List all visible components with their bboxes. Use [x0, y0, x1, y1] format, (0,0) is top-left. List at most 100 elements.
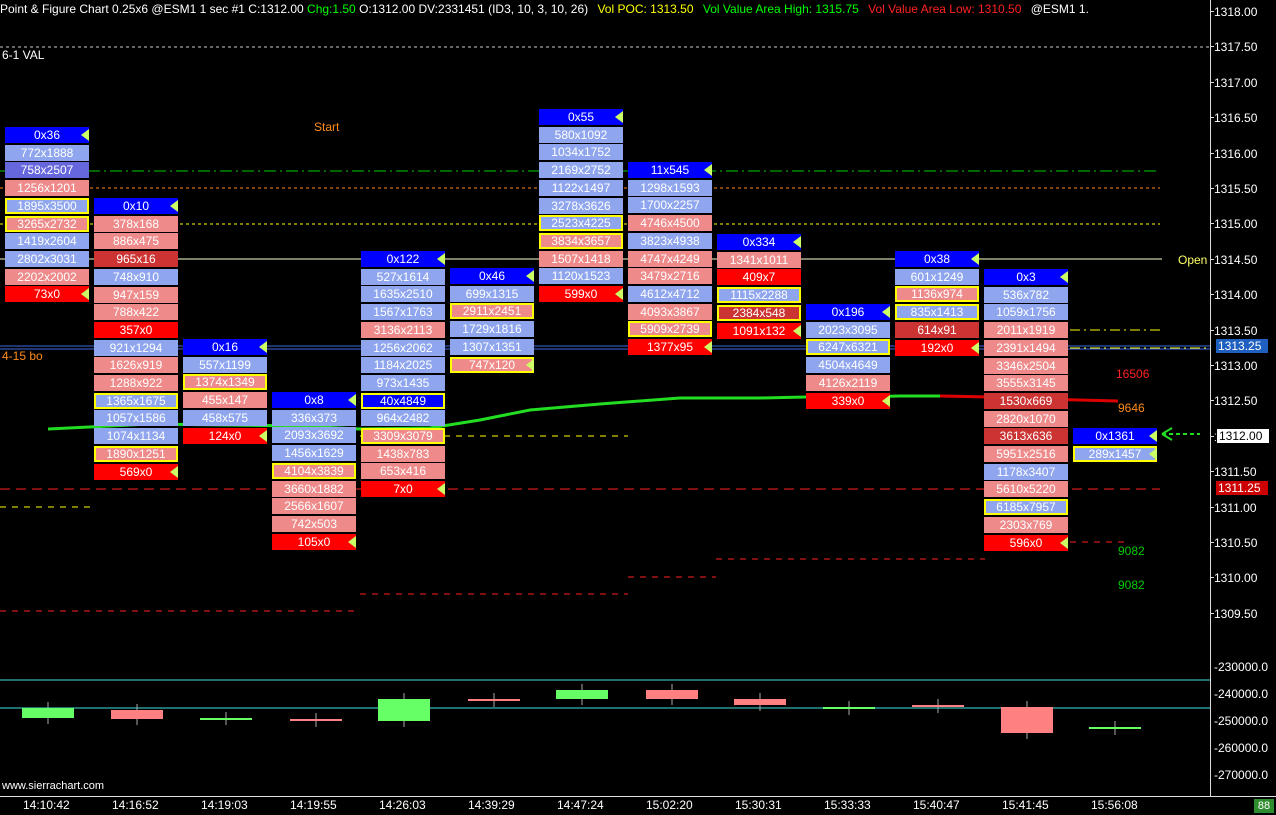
cvd-candle [1089, 727, 1141, 729]
pf-cell: 1122x1497 [539, 179, 623, 196]
cvd-tick-label: -270000.0 [1214, 768, 1269, 782]
pf-cell: 1136x974 [895, 286, 979, 303]
cvd-tick-label: -260000.0 [1214, 741, 1269, 755]
pf-cell: 596x0 [984, 534, 1068, 551]
pf-cell: 1298x1593 [628, 179, 712, 196]
pf-cell: 1115x2288 [717, 287, 801, 304]
price-tick-label: 1314.50 [1214, 252, 1258, 267]
chart-window[interactable]: Point & Figure Chart 0.25x6 @ESM1 1 sec … [0, 0, 1276, 815]
cvd-candle [200, 718, 252, 720]
cvd-candle [823, 707, 875, 709]
pf-cell: 527x1614 [361, 268, 445, 285]
pf-cell: 1288x922 [94, 375, 178, 391]
column-marker-icon [81, 129, 89, 141]
pf-cell: 3278x3626 [539, 197, 623, 214]
pf-cell: 1074x1134 [94, 428, 178, 445]
column-marker-icon [1149, 447, 1157, 460]
time-tick-label: 14:26:03 [379, 798, 426, 812]
pf-cell: 5951x2516 [984, 446, 1068, 462]
pf-cell: 742x503 [272, 515, 356, 532]
pf-cell: 105x0 [272, 533, 356, 550]
pf-cell: 192x0 [895, 339, 979, 356]
pf-cell: 653x416 [361, 463, 445, 480]
time-axis[interactable] [0, 796, 1276, 815]
pf-cell: 2023x3095 [806, 321, 890, 338]
pf-cell: 788x422 [94, 304, 178, 321]
pf-cell: 2820x1070 [984, 410, 1068, 427]
column-marker-icon [259, 429, 267, 442]
watermark: www.sierrachart.com [2, 780, 105, 792]
chart-header: Point & Figure Chart 0.25x6 @ESM1 1 sec … [0, 2, 1089, 18]
pf-cell: 2523x4225 [539, 215, 623, 232]
pf-cell: 1377x95 [628, 339, 712, 355]
price-tick-mark [1210, 81, 1214, 83]
column-marker-icon [348, 535, 356, 548]
pf-cell: 2011x1919 [984, 322, 1068, 339]
pf-cell: 409x7 [717, 269, 801, 286]
pf-cell: 2169x2752 [539, 162, 623, 179]
vol-9646: 9646 [1118, 401, 1145, 415]
column-marker-icon [615, 111, 623, 123]
pf-cell: 458x575 [183, 409, 267, 426]
pf-cell: 5909x2739 [628, 321, 712, 338]
column-marker-icon [882, 394, 890, 407]
price-tick-mark [1210, 11, 1214, 12]
pf-cell: 40x4849 [361, 392, 445, 409]
vol-9082-a: 9082 [1118, 544, 1145, 558]
price-tick-label: 1312.50 [1214, 394, 1258, 409]
pf-cell: 1456x1629 [272, 445, 356, 462]
cvd-candle [468, 699, 520, 701]
pf-cell: 1256x1201 [5, 180, 89, 197]
pf-cell: 1895x3500 [5, 197, 89, 214]
pf-cell: 1567x1763 [361, 304, 445, 321]
pf-cell: 2202x2002 [5, 268, 89, 285]
pf-cell: 3346x2504 [984, 357, 1068, 374]
pf-cell: 2911x2451 [450, 303, 534, 320]
pf-cell: 1307x1351 [450, 338, 534, 355]
pf-cell: 6247x6321 [806, 339, 890, 356]
pf-cell: 3823x4938 [628, 232, 712, 249]
pf-cell: 378x168 [94, 215, 178, 232]
price-tick-label: 1317.50 [1214, 40, 1258, 55]
pf-cell: 921x1294 [94, 339, 178, 356]
price-tick-mark [1210, 117, 1214, 119]
price-tag-blue: 1313.25 [1216, 339, 1268, 353]
time-tick-label: 14:16:52 [112, 798, 159, 812]
pf-cell: 4093x3867 [628, 303, 712, 320]
pf-cell: 0x334 [717, 234, 801, 250]
price-tick-label: 1313.50 [1214, 323, 1258, 338]
price-tick-label: 1315.50 [1214, 182, 1258, 196]
time-tick-label: 14:19:55 [290, 798, 337, 812]
price-tick-mark [1210, 400, 1214, 402]
pf-cell: 1184x2025 [361, 357, 445, 374]
time-tick-label: 15:33:33 [824, 798, 871, 812]
pf-cell: 1034x1752 [539, 144, 623, 161]
pf-cell: 1091x132 [717, 322, 801, 339]
pf-cell: 580x1092 [539, 126, 623, 143]
pf-cell: 1374x1349 [183, 374, 267, 391]
cvd-candle [378, 699, 430, 721]
price-tag-current: 1312.00 [1216, 428, 1270, 444]
column-marker-icon [526, 270, 534, 282]
pf-cell: 124x0 [183, 427, 267, 444]
column-marker-icon [437, 253, 445, 265]
time-tick-label: 15:30:31 [735, 798, 782, 812]
pf-cell: 947x159 [94, 286, 178, 303]
time-tick-label: 15:56:08 [1091, 798, 1138, 812]
vol-9082-b: 9082 [1118, 578, 1145, 592]
pf-cell: 772x1888 [5, 144, 89, 161]
pf-cell: 1365x1675 [94, 392, 178, 409]
pf-cell: 1256x2062 [361, 339, 445, 356]
pf-cell: 748x910 [94, 268, 178, 285]
pf-cell: 1635x2510 [361, 286, 445, 303]
column-marker-icon [437, 483, 445, 496]
cvd-candle [646, 690, 698, 699]
price-tick-mark [1210, 542, 1214, 543]
pf-cell: 11x545 [628, 162, 712, 178]
price-tick-label: 1311.00 [1214, 500, 1257, 515]
start-label: Start [314, 120, 340, 134]
column-marker-icon [793, 236, 801, 248]
pf-cell: 1120x1523 [539, 268, 623, 285]
pf-cell: 1059x1756 [984, 304, 1068, 321]
cvd-tick-label: -230000.0 [1214, 660, 1269, 674]
